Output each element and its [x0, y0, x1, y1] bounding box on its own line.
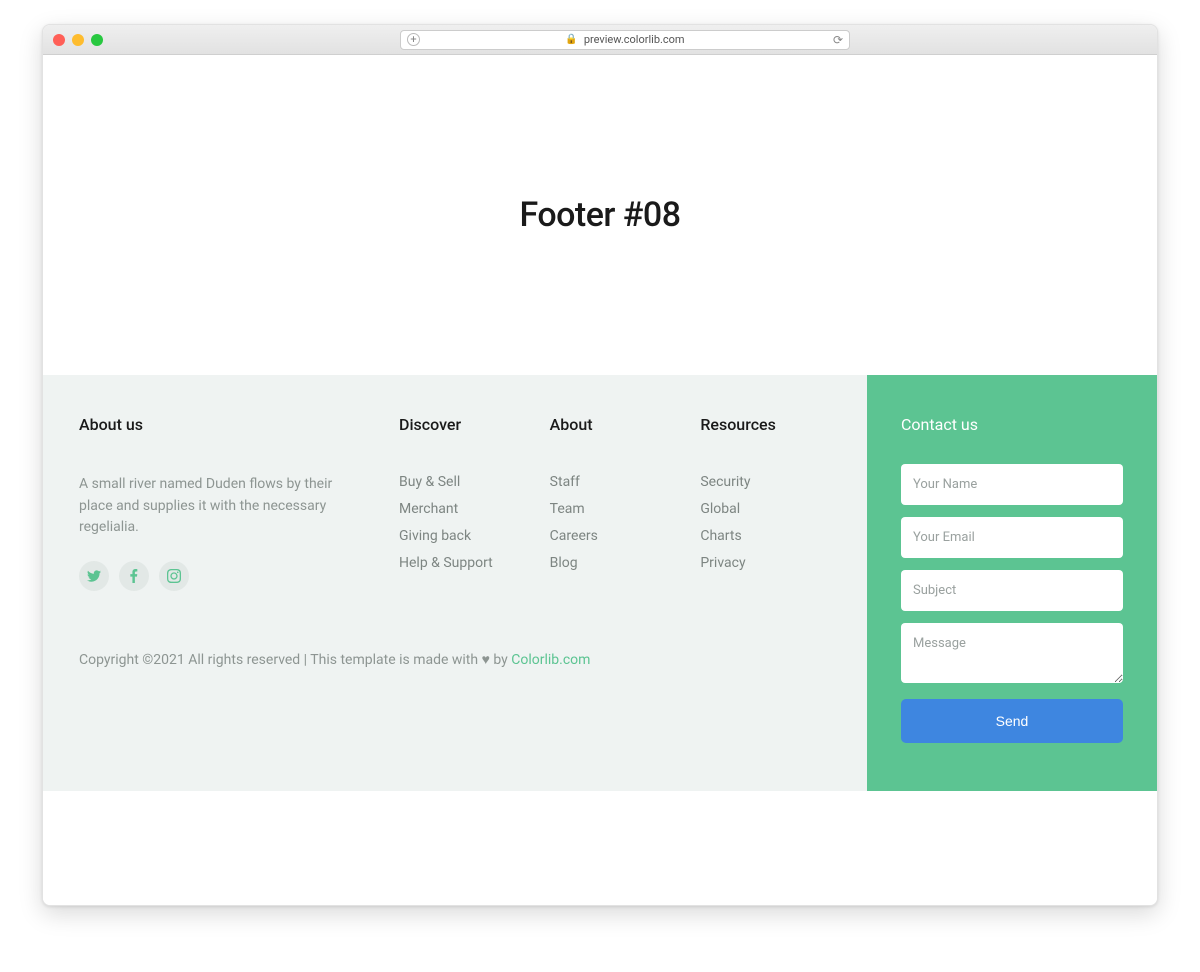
link-help-support[interactable]: Help & Support: [399, 555, 493, 571]
close-icon[interactable]: [53, 34, 65, 46]
address-bar[interactable]: + 🔒 preview.colorlib.com ⟳: [400, 30, 850, 50]
about-text: A small river named Duden flows by their…: [79, 474, 359, 539]
maximize-icon[interactable]: [91, 34, 103, 46]
facebook-icon[interactable]: [119, 561, 149, 591]
link-security[interactable]: Security: [700, 474, 750, 490]
message-input[interactable]: [901, 623, 1123, 683]
about-column: About us A small river named Duden flows…: [79, 415, 379, 591]
contact-heading: Contact us: [901, 415, 1123, 434]
link-privacy[interactable]: Privacy: [700, 555, 745, 571]
about-links-column: About Staff Team Careers Blog: [550, 415, 681, 591]
name-input[interactable]: [901, 464, 1123, 505]
discover-column: Discover Buy & Sell Merchant Giving back…: [399, 415, 530, 591]
resources-column: Resources Security Global Charts Privacy: [700, 415, 831, 591]
copyright-mid: by: [490, 652, 511, 668]
viewport: Footer #08 About us A small river named …: [43, 55, 1157, 905]
page-title: Footer #08: [519, 195, 680, 235]
resources-heading: Resources: [700, 415, 831, 434]
social-links: [79, 561, 359, 591]
link-global[interactable]: Global: [700, 501, 740, 517]
window-controls: [53, 34, 103, 46]
about-links-heading: About: [550, 415, 681, 434]
about-heading: About us: [79, 415, 359, 434]
heart-icon: ♥: [482, 652, 490, 668]
titlebar: + 🔒 preview.colorlib.com ⟳ +: [43, 25, 1157, 55]
send-button[interactable]: Send: [901, 699, 1123, 743]
reload-icon[interactable]: ⟳: [833, 33, 843, 47]
footer: About us A small river named Duden flows…: [43, 375, 1157, 791]
link-giving-back[interactable]: Giving back: [399, 528, 471, 544]
browser-window: + 🔒 preview.colorlib.com ⟳ + Footer #08 …: [42, 24, 1158, 906]
footer-main: About us A small river named Duden flows…: [43, 375, 867, 791]
colorlib-link[interactable]: Colorlib.com: [511, 652, 590, 668]
subject-input[interactable]: [901, 570, 1123, 611]
link-staff[interactable]: Staff: [550, 474, 580, 490]
contact-panel: Contact us Send: [867, 375, 1157, 791]
link-merchant[interactable]: Merchant: [399, 501, 458, 517]
link-buy-sell[interactable]: Buy & Sell: [399, 474, 460, 490]
url-text: preview.colorlib.com: [584, 33, 685, 46]
link-team[interactable]: Team: [550, 501, 585, 517]
copyright-pre: Copyright ©2021 All rights reserved | Th…: [79, 652, 482, 668]
copyright: Copyright ©2021 All rights reserved | Th…: [79, 651, 831, 668]
instagram-icon[interactable]: [159, 561, 189, 591]
link-charts[interactable]: Charts: [700, 528, 741, 544]
hero: Footer #08: [43, 55, 1157, 375]
link-careers[interactable]: Careers: [550, 528, 598, 544]
email-input[interactable]: [901, 517, 1123, 558]
reader-icon[interactable]: +: [407, 33, 420, 46]
minimize-icon[interactable]: [72, 34, 84, 46]
lock-icon: 🔒: [565, 34, 577, 45]
link-blog[interactable]: Blog: [550, 555, 578, 571]
twitter-icon[interactable]: [79, 561, 109, 591]
discover-heading: Discover: [399, 415, 530, 434]
